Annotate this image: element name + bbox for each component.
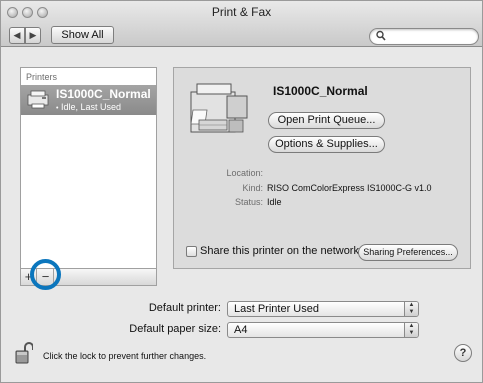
lock-icon[interactable] — [15, 342, 33, 364]
remove-button-highlight-ring — [30, 259, 61, 290]
toolbar: Print & Fax ◀ ▶ Show All — [1, 1, 482, 47]
search-field[interactable] — [369, 28, 479, 45]
print-fax-window: Print & Fax ◀ ▶ Show All Printers IS1000… — [0, 0, 483, 383]
printer-item-status-text: Idle, Last Used — [60, 102, 122, 112]
help-button[interactable]: ? — [454, 344, 472, 362]
status-dot-icon: • — [56, 105, 59, 112]
share-printer-checkbox[interactable] — [186, 246, 197, 257]
default-paper-size-select[interactable]: A4 ▲ ▼ — [227, 322, 419, 338]
printer-item-name: IS1000C_Normal — [56, 87, 151, 101]
status-label: Status: — [234, 197, 263, 207]
share-printer-label: Share this printer on the network — [200, 245, 359, 257]
default-printer-label: Default printer: — [148, 302, 221, 314]
printer-name-heading: IS1000C_Normal — [273, 84, 368, 98]
default-paper-size-label: Default paper size: — [129, 323, 221, 335]
default-paper-size-value: A4 — [234, 324, 248, 336]
default-printer-select[interactable]: Last Printer Used ▲ ▼ — [227, 301, 419, 317]
kind-value: RISO ComColorExpress IS1000C-G v1.0 — [267, 183, 432, 193]
open-print-queue-button[interactable]: Open Print Queue... — [268, 112, 385, 129]
search-icon — [376, 30, 386, 41]
forward-arrow-icon: ▶ — [29, 30, 37, 40]
printer-icon — [27, 90, 49, 109]
forward-button[interactable]: ▶ — [25, 27, 41, 44]
sharing-preferences-button[interactable]: Sharing Preferences... — [358, 244, 458, 261]
select-arrows-icon: ▲ ▼ — [404, 323, 418, 337]
kind-label: Kind: — [242, 183, 263, 193]
show-all-button[interactable]: Show All — [51, 26, 114, 44]
select-arrows-icon: ▲ ▼ — [404, 302, 418, 316]
back-arrow-icon: ◀ — [13, 30, 21, 40]
printers-list: Printers IS1000C_Normal • Idle, Last Use… — [20, 67, 157, 269]
printer-list-item[interactable]: IS1000C_Normal • Idle, Last Used — [21, 85, 156, 115]
location-label: Location: — [226, 168, 263, 178]
lock-instruction-text: Click the lock to prevent further change… — [43, 351, 207, 361]
back-button[interactable]: ◀ — [9, 27, 25, 44]
options-supplies-button[interactable]: Options & Supplies... — [268, 136, 385, 153]
window-title: Print & Fax — [211, 5, 272, 19]
printer-item-status: • Idle, Last Used — [56, 102, 121, 112]
default-printer-value: Last Printer Used — [234, 303, 319, 315]
printers-list-header: Printers — [26, 72, 58, 82]
status-value: Idle — [267, 197, 282, 207]
printer-illustration-icon — [190, 83, 248, 133]
